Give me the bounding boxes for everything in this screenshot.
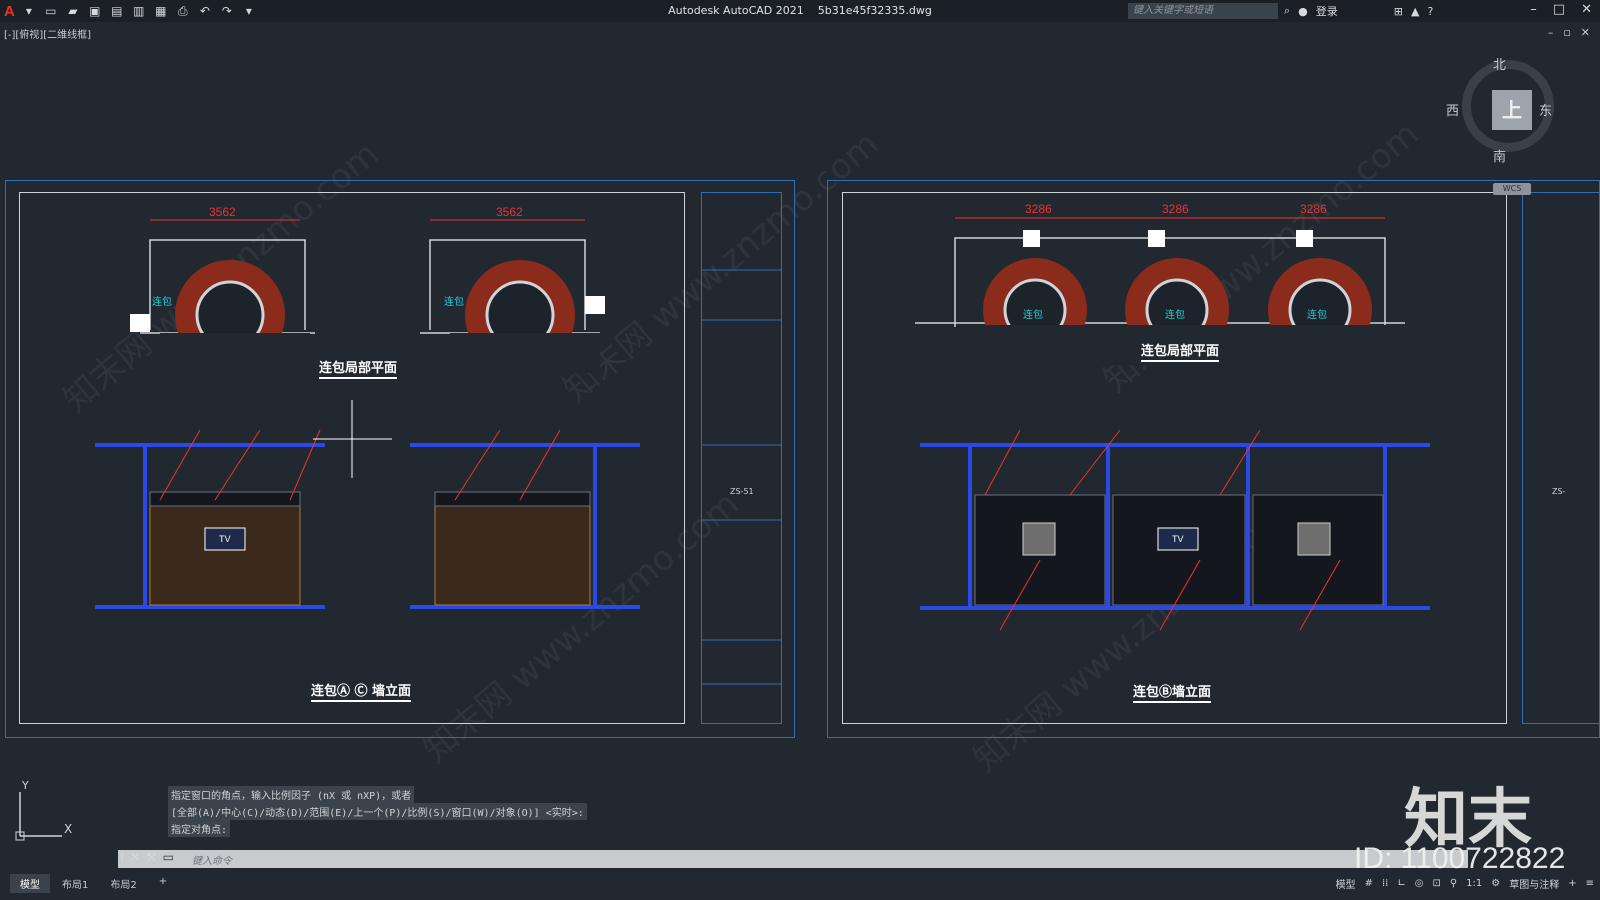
tv-label: TV xyxy=(219,534,231,544)
tab-model[interactable]: 模型 xyxy=(10,874,50,893)
workspace-gear-icon[interactable]: ⚙ xyxy=(1491,878,1500,889)
customize-status-icon[interactable]: ≡ xyxy=(1586,878,1594,889)
sheet-code: ZS-51 xyxy=(730,487,754,496)
compass-west[interactable]: 西 xyxy=(1446,100,1459,119)
elevation-title: 连包Ⓐ Ⓒ 墙立面 xyxy=(311,680,412,702)
compass-north[interactable]: 北 xyxy=(1493,54,1506,73)
osnap-icon[interactable]: ⊡ xyxy=(1432,878,1440,889)
room-label: 连包 xyxy=(1165,310,1185,321)
ucs-y-label: Y xyxy=(22,779,29,792)
elevation-title: 连包Ⓑ墙立面 xyxy=(1133,681,1212,703)
workspace-switch[interactable]: 草图与注释 xyxy=(1509,876,1559,891)
dimension-text: 3562 xyxy=(496,205,523,219)
add-layout-button[interactable]: + xyxy=(149,874,177,893)
room-label: 连包 xyxy=(1023,310,1043,321)
annotation-visibility-icon[interactable]: ⚲ xyxy=(1450,878,1457,889)
watermark-id: ID: 1100722822 xyxy=(1354,842,1566,875)
ortho-icon[interactable]: ∟ xyxy=(1397,878,1405,889)
command-history-line: [全部(A)/中心(C)/动态(D)/范围(E)/上一个(P)/比例(S)/窗口… xyxy=(168,803,587,820)
dimension-text: 3286 xyxy=(1162,202,1189,216)
viewcube-top-face[interactable]: 上 xyxy=(1492,90,1532,130)
dimension-text: 3286 xyxy=(1300,202,1327,216)
polar-icon[interactable]: ◎ xyxy=(1415,878,1424,889)
command-line[interactable] xyxy=(118,850,1468,868)
command-input[interactable]: 键入命令 xyxy=(192,852,232,867)
status-bar: 模型 # ⁞⁞ ∟ ◎ ⊡ ⚲ 1:1 ⚙ 草图与注释 + ≡ xyxy=(1336,876,1594,891)
snap-icon[interactable]: ⁞⁞ xyxy=(1382,878,1388,889)
wcs-menu[interactable]: WCS xyxy=(1493,183,1531,195)
room-label: 连包 xyxy=(444,297,464,308)
plan-title: 连包局部平面 xyxy=(1141,340,1220,362)
tab-layout1[interactable]: 布局1 xyxy=(52,874,98,893)
tv-label: TV xyxy=(1172,534,1184,544)
grip-icon[interactable]: ⁞ xyxy=(120,850,124,864)
command-history-line: 指定窗口的角点，输入比例因子 (nX 或 nXP)，或者 xyxy=(168,786,415,803)
command-history-line: 指定对角点: xyxy=(168,820,231,837)
grid-icon[interactable]: # xyxy=(1365,878,1373,889)
compass-east[interactable]: 东 xyxy=(1539,100,1552,119)
command-line-tools: ⁞ ✕ ⚒ ▭ xyxy=(120,850,174,864)
tab-layout2[interactable]: 布局2 xyxy=(100,874,146,893)
close-command-icon[interactable]: ✕ xyxy=(130,850,140,864)
ucs-x-label: X xyxy=(64,822,73,836)
model-space-toggle[interactable]: 模型 xyxy=(1336,876,1356,891)
annotation-scale[interactable]: 1:1 xyxy=(1466,878,1482,889)
room-label: 连包 xyxy=(1307,310,1327,321)
recent-commands-icon[interactable]: ▭ xyxy=(163,850,174,864)
layout-tabs: 模型 布局1 布局2 + xyxy=(10,874,177,893)
sheet-code: ZS- xyxy=(1552,487,1566,496)
customize-wrench-icon[interactable]: ⚒ xyxy=(146,850,157,864)
dimension-text: 3562 xyxy=(209,205,236,219)
plan-title: 连包局部平面 xyxy=(319,357,398,379)
plus-icon[interactable]: + xyxy=(1568,878,1576,889)
dimension-text: 3286 xyxy=(1025,202,1052,216)
room-label: 连包 xyxy=(152,297,172,308)
cad-drawing[interactable] xyxy=(0,0,1600,900)
compass-south[interactable]: 南 xyxy=(1493,146,1506,165)
ucs-icon xyxy=(14,784,84,848)
